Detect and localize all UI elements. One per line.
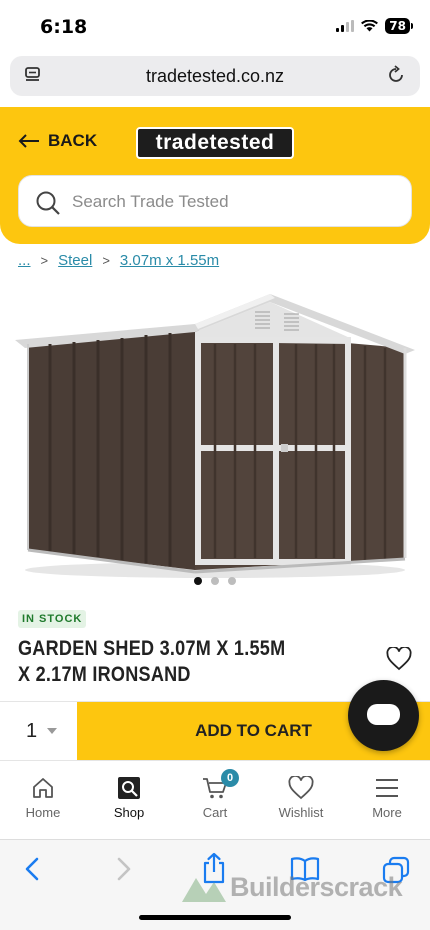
chat-bubble-icon <box>367 704 400 725</box>
signal-icon <box>336 20 355 32</box>
stock-badge: IN STOCK <box>18 610 87 628</box>
nav-item-home[interactable]: Home <box>0 761 86 838</box>
back-button[interactable]: BACK <box>18 131 97 151</box>
battery-indicator: 78 <box>385 18 413 34</box>
watermark-text: Builderscrack <box>230 872 403 902</box>
home-indicator <box>139 915 291 920</box>
watermark: Builderscrack <box>182 872 403 903</box>
bottom-nav: Home Shop 0 Cart Wishlist More <box>0 760 430 838</box>
back-arrow-icon[interactable] <box>22 856 42 882</box>
nav-item-shop[interactable]: Shop <box>86 761 172 838</box>
nav-label-more: More <box>372 805 402 820</box>
nav-label-wishlist: Wishlist <box>278 805 324 820</box>
site-header: BACK tradetested Search Trade Tested <box>0 107 430 244</box>
carousel-dot-3[interactable] <box>228 577 236 585</box>
carousel-dot-2[interactable] <box>211 577 219 585</box>
breadcrumb-item-steel[interactable]: Steel <box>58 252 92 269</box>
chevron-right-icon: > <box>102 253 110 268</box>
home-icon <box>31 775 55 801</box>
menu-icon <box>374 775 400 801</box>
carousel-dot-1[interactable] <box>194 577 202 585</box>
breadcrumb: ... > Steel > 3.07m x 1.55m <box>18 252 219 269</box>
heart-icon <box>288 775 314 801</box>
product-title: GARDEN SHED 3.07M X 1.55M X 2.17M IRONSA… <box>18 637 286 686</box>
nav-label-home: Home <box>25 805 61 820</box>
search-icon <box>36 191 60 215</box>
product-image[interactable] <box>0 282 430 582</box>
breadcrumb-ellipsis[interactable]: ... <box>18 252 31 269</box>
chevron-down-icon <box>47 728 58 734</box>
status-icons: 78 <box>336 18 413 34</box>
address-bar[interactable]: tradetested.co.nz <box>10 56 420 96</box>
breadcrumb-item-size[interactable]: 3.07m x 1.55m <box>120 252 219 269</box>
watermark-logo-icon <box>182 877 226 902</box>
quantity-select[interactable]: 1 <box>0 702 77 760</box>
nav-item-more[interactable]: More <box>344 761 430 838</box>
status-bar: 6:18 78 <box>0 0 430 50</box>
search-placeholder: Search Trade Tested <box>72 192 229 211</box>
arrow-left-icon <box>18 134 39 148</box>
site-logo[interactable]: tradetested <box>136 127 294 159</box>
chat-button[interactable] <box>348 680 419 751</box>
search-input[interactable]: Search Trade Tested <box>18 175 412 227</box>
nav-label-cart: Cart <box>202 805 228 820</box>
nav-item-cart[interactable]: 0 Cart <box>172 761 258 838</box>
chevron-right-icon: > <box>40 253 49 268</box>
status-time: 6:18 <box>40 16 88 38</box>
wifi-icon <box>361 20 379 32</box>
nav-label-shop: Shop <box>113 805 145 820</box>
shop-icon <box>116 775 142 801</box>
reload-icon[interactable] <box>386 65 406 85</box>
url-text[interactable]: tradetested.co.nz <box>10 66 420 87</box>
image-carousel-dots <box>0 577 430 585</box>
wishlist-heart-icon[interactable] <box>386 647 412 671</box>
quantity-value: 1 <box>26 719 38 742</box>
cart-count-badge: 0 <box>221 769 239 787</box>
forward-arrow-icon[interactable] <box>114 856 134 882</box>
back-label: BACK <box>48 131 98 150</box>
nav-item-wishlist[interactable]: Wishlist <box>258 761 344 838</box>
